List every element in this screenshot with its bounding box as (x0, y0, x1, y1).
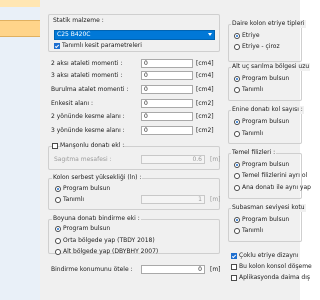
boyuna-length-label: Bindirme konumunu ötele : (51, 266, 133, 273)
kolon-serbest-title: Kolon serbest yüksekliği (ln) : (52, 174, 143, 182)
moment-label: 2 yönünde kesme alanı : (51, 113, 125, 120)
default-section-label: Tanımlı kesit parametreleri (62, 42, 142, 49)
enine-auto-label: Program bulsun (242, 118, 290, 125)
kolon-serbest-input[interactable]: 1 (141, 195, 205, 204)
kolon-serbest-manual-label: Tanımlı (63, 196, 84, 203)
boyuna-title: Boyuna donatı bindirme eki : (52, 215, 141, 223)
moment-unit: [cm2] (196, 100, 214, 107)
temel-separate-radio[interactable] (234, 173, 240, 179)
alt-uc-manual-label: Tanımlı (242, 86, 263, 93)
kolon-serbest-auto-radio[interactable] (55, 186, 61, 192)
moment-unit: [cm2] (196, 113, 214, 120)
moment-input[interactable]: 0 (141, 99, 193, 108)
manson-spacing-unit: [m] (210, 156, 221, 163)
moment-label: Burulma atalet momenti : (51, 86, 129, 93)
material-value: C25 B420C (57, 31, 91, 38)
dialog-body: Statik malzeme : C25 B420C Tanımlı kesit… (40, 0, 312, 300)
boyuna-length-input[interactable]: 0 (141, 265, 205, 274)
subasman-title: Subasman seviyesi kotu (231, 204, 306, 212)
boyuna-middle-label: Orta bölgede yap (TBDY 2018) (63, 237, 155, 244)
enine-auto-radio[interactable] (234, 119, 240, 125)
subasman-manual-label: Tanımlı (242, 227, 263, 234)
boyuna-bottom-radio[interactable] (55, 249, 61, 255)
alt-uc-auto-label: Program bulsun (242, 75, 290, 82)
material-select[interactable]: C25 B420C (54, 30, 215, 40)
manson-spacing-input[interactable]: 0.6 (141, 155, 205, 164)
boyuna-middle-radio[interactable] (55, 238, 61, 244)
moment-unit: [cm4] (196, 86, 214, 93)
subasman-manual-radio[interactable] (234, 228, 240, 234)
moment-label: 3 yönünde kesme alanı : (51, 127, 125, 134)
temel-title: Temel filizleri : (231, 149, 277, 157)
enine-manual-label: Tanımlı (242, 130, 263, 137)
moment-unit: [cm4] (196, 72, 214, 79)
statik-title: Statik malzeme : (53, 17, 104, 24)
etriye-ciroz-label: Etriye - çiroz (242, 43, 280, 50)
manson-spacing-label: Sagıtma mesafesi : (54, 156, 112, 163)
moment-label: 2 aksı ataleti momenti : (51, 60, 123, 67)
alt-uc-group (228, 67, 302, 101)
multi-stirrup-label: Çoklu etriye dizaynı (239, 252, 299, 259)
left-panel-item[interactable] (0, 0, 40, 7)
etriye-radio[interactable] (234, 33, 240, 39)
moment-unit: [cm2] (196, 127, 214, 134)
moment-label: Enkesit alanı : (51, 100, 94, 107)
etriye-title: Daire kolon etriye tipleri (231, 20, 306, 28)
boyuna-auto-radio[interactable] (55, 226, 61, 232)
enine-manual-radio[interactable] (234, 131, 240, 137)
kolon-serbest-manual-radio[interactable] (55, 197, 61, 203)
alt-uc-title: Alt uç sarılma bölgesi uzu (231, 63, 311, 71)
temel-same-radio[interactable] (234, 185, 240, 191)
moment-input[interactable]: 0 (141, 59, 193, 68)
boyuna-auto-label: Program bulsun (63, 225, 111, 232)
moment-label: 3 aksı ataleti momenti : (51, 72, 123, 79)
subasman-group (228, 208, 302, 242)
temel-auto-label: Program bulsun (242, 161, 290, 168)
enine-group (228, 110, 302, 144)
moment-input[interactable]: 0 (141, 112, 193, 121)
multi-stirrup-checkbox[interactable] (231, 253, 237, 259)
moment-input[interactable]: 0 (141, 126, 193, 135)
subasman-auto-label: Program bulsun (242, 216, 290, 223)
moment-input[interactable]: 0 (141, 71, 193, 80)
manson-checkbox[interactable] (52, 143, 58, 149)
cantilever-checkbox[interactable] (231, 264, 237, 270)
kolon-serbest-unit: [m] (210, 196, 221, 203)
kolon-serbest-group (48, 178, 220, 210)
kolon-serbest-auto-label: Program bulsun (63, 185, 111, 192)
application-label: Aplikasyonda daima dış (239, 274, 311, 281)
moment-input[interactable]: 0 (141, 85, 193, 94)
moment-unit: [cm4] (196, 60, 214, 67)
boyuna-length-unit: [m] (210, 266, 221, 273)
subasman-auto-radio[interactable] (234, 217, 240, 223)
application-checkbox[interactable] (231, 275, 237, 281)
temel-auto-radio[interactable] (234, 162, 240, 168)
etriye-ciroz-radio[interactable] (234, 44, 240, 50)
manson-label: Manşonlu donatı ekl : (60, 142, 125, 150)
left-panel-item-selected[interactable] (0, 20, 40, 37)
chevron-down-icon (208, 33, 212, 36)
default-section-checkbox[interactable] (54, 43, 60, 49)
etriye-label: Etriye (242, 32, 260, 39)
boyuna-bottom-label: Alt bölgede yap (DBYBHY 2007) (63, 248, 159, 255)
enine-title: Enine donatı kol sayısı : (231, 106, 304, 114)
cantilever-label: Bu kolon konsol döşeme (239, 263, 312, 270)
temel-same-label: Ana donatı ile aynı yap (242, 184, 311, 191)
left-panel (0, 0, 40, 300)
temel-separate-label: Temel filizlerini ayrı ol (242, 172, 308, 179)
alt-uc-manual-radio[interactable] (234, 87, 240, 93)
alt-uc-auto-radio[interactable] (234, 76, 240, 82)
